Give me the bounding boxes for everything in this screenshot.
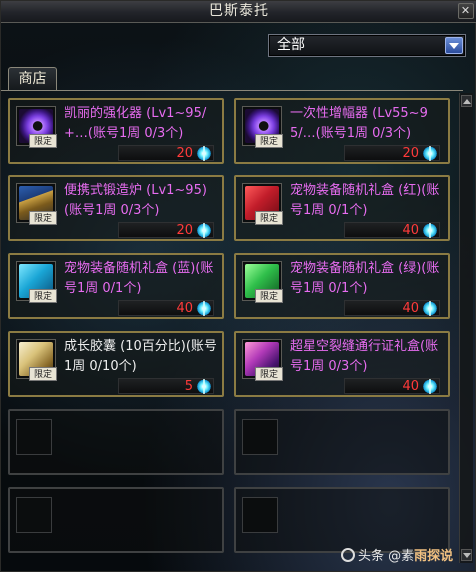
item-slot[interactable]: 限定 [16,183,57,225]
item-slot[interactable]: 限定 [16,106,57,148]
price-bar: 40 [344,300,440,316]
price-bar: 20 [344,145,440,161]
limited-badge: 限定 [255,367,283,381]
item-slot[interactable]: 限定 [16,261,57,303]
limited-badge: 限定 [29,211,57,225]
price-bar: 20 [118,145,214,161]
gem-icon [423,146,437,161]
shop-item-card[interactable]: 限定 宠物装备随机礼盒 (绿)(账号1周 0/1个) 40 [234,253,450,319]
watermark-brand: 雨探说 [414,549,454,564]
item-slot[interactable]: 限定 [242,261,283,303]
empty-item-slot [16,419,52,455]
empty-item-card [234,487,450,553]
gem-icon [197,301,211,316]
gem-icon [423,379,437,394]
watermark: 头条 @素雨探说 [341,547,453,567]
item-price: 40 [402,223,419,238]
gem-icon [423,301,437,316]
shop-item-card[interactable]: 限定 超星空裂缝通行证礼盒(账号1周 0/3个) 40 [234,331,450,397]
limited-badge: 限定 [255,211,283,225]
vertical-scrollbar[interactable] [459,93,473,563]
shop-item-card[interactable]: 限定 成长胶囊 (10百分比)(账号1周 0/10个) 5 [8,331,224,397]
close-button[interactable]: ✕ [458,3,474,19]
dropdown-selected-value: 全部 [277,37,305,53]
item-name: 凯丽的强化器 (Lv1~95/+…(账号1周 0/3个) [64,106,207,141]
watermark-author: @素 [388,549,415,564]
item-price: 20 [402,146,419,161]
watermark-prefix: 头条 [358,549,385,564]
window-title: 巴斯泰托 [209,3,269,19]
shop-window: 巴斯泰托 ✕ 全部 商店 限定 凯丽的强化器 (Lv1~95/+…(账号1周 0… [0,0,476,572]
empty-item-card [8,409,224,475]
empty-item-slot [242,497,278,533]
empty-item-slot [16,497,52,533]
item-name: 宠物装备随机礼盒 (绿)(账号1周 0/1个) [290,261,440,296]
shop-item-card[interactable]: 限定 一次性增幅器 (Lv55~95/…(账号1周 0/3个) 20 [234,98,450,164]
tab-shop[interactable]: 商店 [8,67,57,91]
price-bar: 5 [118,378,214,394]
item-price: 40 [176,301,193,316]
limited-badge: 限定 [29,289,57,303]
chevron-down-icon[interactable] [445,37,463,54]
item-name: 便携式锻造炉 (Lv1~95)(账号1周 0/3个) [64,183,207,218]
category-dropdown[interactable]: 全部 [268,34,466,57]
item-price: 5 [184,379,193,394]
limited-badge: 限定 [29,134,57,148]
shop-item-card[interactable]: 限定 便携式锻造炉 (Lv1~95)(账号1周 0/3个) 20 [8,175,224,241]
gem-icon [197,379,211,394]
item-name: 超星空裂缝通行证礼盒(账号1周 0/3个) [290,339,439,374]
empty-item-card [234,409,450,475]
price-bar: 40 [344,378,440,394]
item-price: 40 [402,301,419,316]
gem-icon [423,223,437,238]
item-slot[interactable]: 限定 [242,183,283,225]
item-name: 宠物装备随机礼盒 (红)(账号1周 0/1个) [290,183,440,218]
item-name: 一次性增幅器 (Lv55~95/…(账号1周 0/3个) [290,106,428,141]
item-slot[interactable]: 限定 [16,339,57,381]
item-slot[interactable]: 限定 [242,339,283,381]
item-price: 20 [176,223,193,238]
scroll-down-button[interactable] [461,549,472,561]
item-slot[interactable]: 限定 [242,106,283,148]
price-bar: 20 [118,222,214,238]
item-name: 宠物装备随机礼盒 (蓝)(账号1周 0/1个) [64,261,214,296]
toutiao-logo-icon [341,548,355,562]
shop-item-card[interactable]: 限定 宠物装备随机礼盒 (红)(账号1周 0/1个) 40 [234,175,450,241]
tab-label: 商店 [18,71,47,87]
item-name: 成长胶囊 (10百分比)(账号1周 0/10个) [64,339,217,374]
limited-badge: 限定 [29,367,57,381]
title-bar[interactable]: 巴斯泰托 ✕ [1,1,476,23]
empty-item-card [8,487,224,553]
item-price: 20 [176,146,193,161]
gem-icon [197,146,211,161]
empty-item-slot [242,419,278,455]
limited-badge: 限定 [255,134,283,148]
shop-item-card[interactable]: 限定 宠物装备随机礼盒 (蓝)(账号1周 0/1个) 40 [8,253,224,319]
close-icon: ✕ [460,4,472,17]
shop-item-card[interactable]: 限定 凯丽的强化器 (Lv1~95/+…(账号1周 0/3个) 20 [8,98,224,164]
price-bar: 40 [118,300,214,316]
item-price: 40 [402,379,419,394]
price-bar: 40 [344,222,440,238]
scroll-up-button[interactable] [461,95,472,107]
gem-icon [197,223,211,238]
limited-badge: 限定 [255,289,283,303]
